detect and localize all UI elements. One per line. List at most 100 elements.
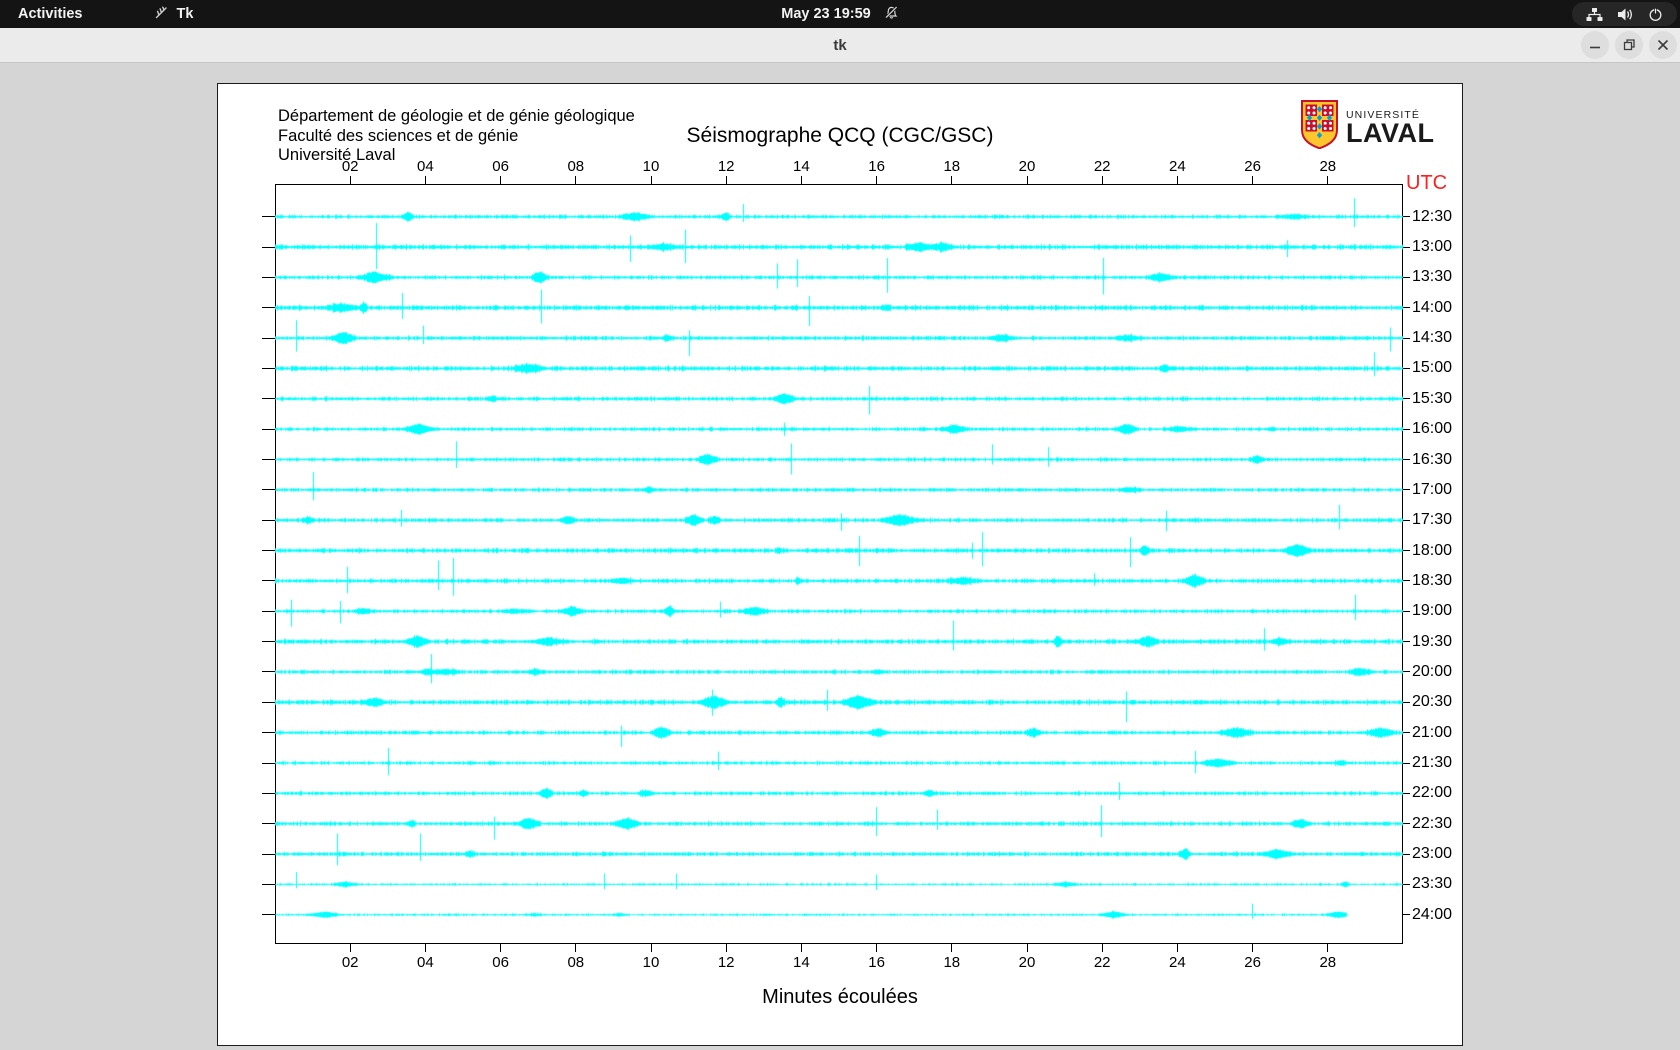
row-tick-left bbox=[262, 792, 275, 794]
clock-label[interactable]: May 23 19:59 bbox=[781, 6, 870, 22]
x-tick-label-bottom: 20 bbox=[1018, 954, 1036, 971]
utc-time-label: 16:00 bbox=[1412, 420, 1453, 438]
x-tick-bottom bbox=[1252, 944, 1254, 952]
row-tick-left bbox=[262, 459, 275, 460]
x-tick-label-top: 22 bbox=[1093, 158, 1111, 175]
row-tick-right bbox=[1403, 459, 1410, 460]
x-tick-bottom bbox=[876, 944, 878, 952]
row-tick-right bbox=[1403, 701, 1410, 703]
system-tray[interactable] bbox=[1572, 2, 1677, 26]
row-tick-right bbox=[1403, 823, 1410, 825]
row-tick-right bbox=[1403, 367, 1410, 369]
row-tick-left bbox=[262, 883, 275, 885]
utc-time-label: 22:30 bbox=[1412, 814, 1453, 832]
row-tick-left bbox=[262, 276, 275, 278]
row-tick-left bbox=[262, 550, 275, 552]
utc-time-label: 17:30 bbox=[1412, 511, 1453, 529]
row-tick-left bbox=[262, 519, 275, 521]
window-controls bbox=[1581, 31, 1677, 59]
utc-time-label: 21:30 bbox=[1412, 754, 1453, 771]
x-tick-bottom bbox=[650, 944, 652, 952]
x-tick-label-top: 16 bbox=[868, 158, 885, 175]
x-tick-label-top: 12 bbox=[717, 158, 735, 175]
row-tick-right bbox=[1403, 519, 1410, 521]
x-tick-label-bottom: 28 bbox=[1319, 954, 1337, 971]
x-tick-top bbox=[876, 176, 878, 184]
utc-time-label: 13:00 bbox=[1412, 238, 1453, 256]
x-tick-top bbox=[1026, 176, 1028, 184]
row-tick-right bbox=[1403, 883, 1410, 885]
x-tick-label-bottom: 16 bbox=[868, 954, 885, 971]
utc-time-label: 13:30 bbox=[1412, 268, 1453, 286]
seismograph-canvas: Département de géologie et de génie géol… bbox=[217, 83, 1463, 1046]
x-tick-label-bottom: 04 bbox=[417, 954, 434, 971]
x-tick-top bbox=[1101, 176, 1103, 184]
x-tick-label-top: 08 bbox=[567, 158, 585, 175]
taskbar-app-tk[interactable]: Tk bbox=[154, 5, 193, 24]
row-tick-left bbox=[262, 701, 275, 703]
row-tick-left bbox=[262, 216, 275, 218]
laval-shield-icon bbox=[1301, 100, 1338, 154]
minimize-button[interactable] bbox=[1581, 31, 1609, 59]
x-tick-label-bottom: 22 bbox=[1093, 954, 1111, 971]
row-tick-right bbox=[1403, 276, 1410, 278]
utc-time-label: 17:00 bbox=[1412, 480, 1453, 498]
x-tick-bottom bbox=[1176, 944, 1178, 952]
row-tick-right bbox=[1403, 580, 1410, 582]
utc-time-label: 16:30 bbox=[1412, 450, 1453, 468]
laval-wordmark: UNIVERSITÉ LAVAL bbox=[1346, 109, 1435, 148]
seismogram-traces bbox=[275, 184, 1403, 944]
window-title: tk bbox=[833, 36, 847, 54]
x-tick-label-bottom: 14 bbox=[793, 954, 810, 971]
row-tick-right bbox=[1403, 762, 1410, 764]
row-tick-left bbox=[262, 853, 275, 855]
row-tick-left bbox=[262, 337, 275, 339]
utc-label: UTC bbox=[1406, 172, 1448, 194]
x-tick-top bbox=[349, 176, 351, 184]
x-tick-label-bottom: 08 bbox=[567, 954, 585, 971]
close-button[interactable] bbox=[1649, 31, 1677, 59]
row-tick-right bbox=[1403, 337, 1410, 339]
clock-area[interactable]: May 23 19:59 bbox=[0, 0, 1680, 28]
utc-time-label: 19:00 bbox=[1412, 602, 1453, 620]
x-tick-bottom bbox=[800, 944, 802, 952]
x-tick-label-bottom: 24 bbox=[1169, 954, 1186, 971]
x-tick-label-top: 26 bbox=[1244, 158, 1261, 175]
row-tick-left bbox=[262, 641, 275, 643]
activities-button[interactable]: Activities bbox=[18, 6, 82, 22]
utc-time-label: 14:00 bbox=[1412, 298, 1453, 316]
x-tick-top bbox=[951, 176, 953, 184]
utc-time-label: 18:30 bbox=[1412, 571, 1453, 589]
x-tick-label-top: 24 bbox=[1169, 158, 1186, 175]
department-header: Département de géologie et de génie géol… bbox=[278, 107, 635, 164]
taskbar-app-label: Tk bbox=[176, 6, 194, 22]
x-tick-bottom bbox=[575, 944, 577, 952]
x-tick-bottom bbox=[725, 944, 727, 952]
utc-time-label: 23:30 bbox=[1412, 875, 1453, 893]
x-tick-top bbox=[1252, 176, 1254, 184]
x-tick-bottom bbox=[1101, 944, 1103, 952]
window-titlebar[interactable]: tk bbox=[0, 28, 1680, 63]
utc-time-label: 23:00 bbox=[1412, 845, 1453, 863]
row-tick-left bbox=[262, 732, 275, 734]
maximize-button[interactable] bbox=[1615, 31, 1643, 59]
x-tick-top bbox=[575, 176, 577, 184]
row-tick-right bbox=[1403, 914, 1410, 916]
x-tick-label-top: 20 bbox=[1018, 158, 1036, 175]
utc-time-label: 19:30 bbox=[1412, 632, 1453, 650]
volume-icon bbox=[1617, 7, 1634, 22]
row-tick-left bbox=[262, 246, 275, 248]
row-tick-left bbox=[262, 610, 275, 612]
desktop: Activities Tk May 23 19:59 tk Départemen… bbox=[0, 0, 1680, 1050]
row-tick-right bbox=[1403, 246, 1410, 248]
x-tick-label-top: 28 bbox=[1319, 158, 1337, 175]
row-tick-right bbox=[1403, 489, 1410, 491]
row-tick-left bbox=[262, 307, 275, 309]
utc-time-label: 24:00 bbox=[1412, 905, 1453, 923]
x-tick-label-bottom: 26 bbox=[1244, 954, 1261, 971]
row-tick-left bbox=[262, 823, 275, 825]
x-tick-label-top: 06 bbox=[492, 158, 509, 175]
row-tick-right bbox=[1403, 428, 1410, 430]
universite-laval-logo: UNIVERSITÉ LAVAL bbox=[1301, 100, 1434, 154]
x-tick-top bbox=[650, 176, 652, 184]
